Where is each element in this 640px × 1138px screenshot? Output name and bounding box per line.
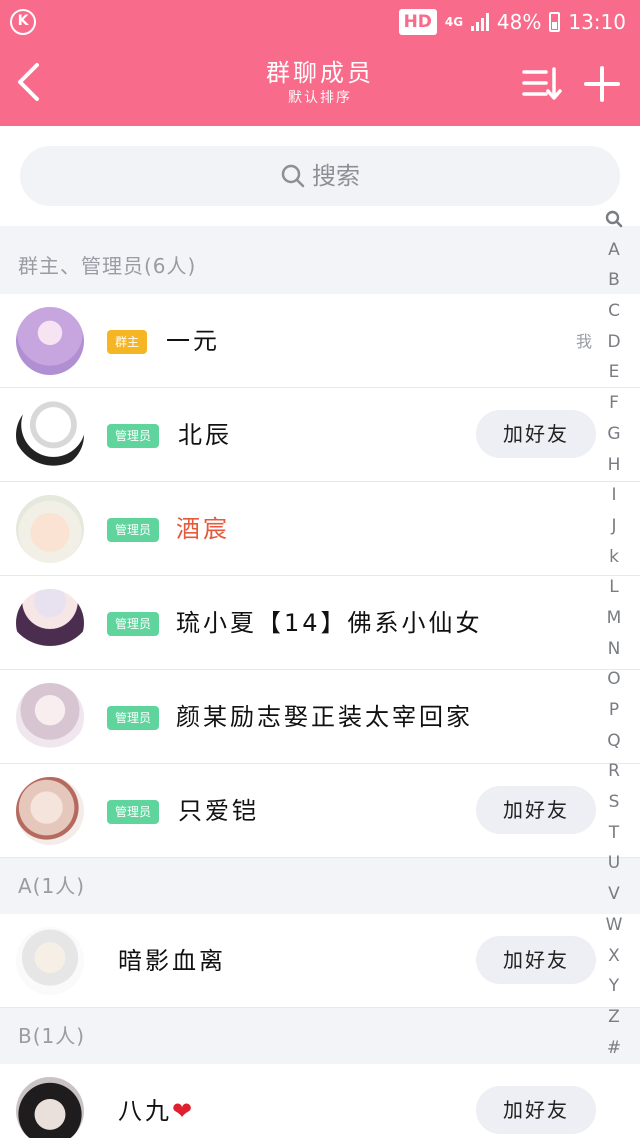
clock: 13:10 bbox=[568, 10, 626, 34]
member-row[interactable]: 管理员 颜某励志娶正装太宰回家 bbox=[0, 670, 640, 764]
member-row[interactable]: 群主 一元 我 bbox=[0, 294, 640, 388]
member-name: 只爱铠 bbox=[178, 797, 259, 825]
status-bar-right: HD 4G 48% 13:10 bbox=[398, 8, 626, 36]
index-letter[interactable]: M bbox=[607, 603, 622, 634]
index-letter[interactable]: E bbox=[609, 357, 620, 388]
section-header-admins: 群主、管理员(6人) bbox=[0, 226, 640, 294]
index-letter[interactable]: Z bbox=[608, 1002, 620, 1033]
admin-badge: 管理员 bbox=[107, 612, 160, 636]
index-letter[interactable]: U bbox=[608, 848, 620, 879]
index-letter[interactable]: N bbox=[608, 634, 621, 665]
network-type: 4G bbox=[444, 15, 464, 29]
title-block: 群聊成员 默认排序 bbox=[170, 58, 470, 108]
add-friend-button[interactable]: 加好友 bbox=[476, 786, 596, 834]
member-row[interactable]: 管理员 酒宸 bbox=[0, 482, 640, 576]
search-placeholder: 搜索 bbox=[312, 162, 360, 190]
admin-badge: 管理员 bbox=[107, 518, 160, 542]
avatar[interactable] bbox=[16, 927, 84, 995]
alphabet-index-bar[interactable]: A B C D E F G H I J k L M N O P Q R S T … bbox=[600, 204, 628, 1063]
member-name: 暗影血离 bbox=[118, 947, 226, 975]
back-button[interactable] bbox=[6, 58, 50, 106]
member-name: 颜某励志娶正装太宰回家 bbox=[176, 703, 473, 731]
battery-icon bbox=[549, 12, 561, 32]
app-header: K HD 4G 48% 13:10 群聊成员 默认排序 bbox=[0, 0, 640, 126]
member-name: 酒宸 bbox=[176, 515, 230, 543]
index-letter[interactable]: F bbox=[609, 388, 619, 419]
member-row[interactable]: 管理员 北辰 加好友 bbox=[0, 388, 640, 482]
index-letter[interactable]: L bbox=[609, 572, 618, 603]
search-input[interactable]: 搜索 bbox=[20, 146, 620, 206]
index-letter[interactable]: O bbox=[607, 664, 620, 695]
member-row[interactable]: 暗影血离 加好友 bbox=[0, 914, 640, 1008]
index-letter[interactable]: H bbox=[608, 450, 621, 481]
index-search-icon[interactable] bbox=[605, 204, 623, 235]
search-icon bbox=[281, 164, 305, 188]
member-row[interactable]: 管理员 只爱铠 加好友 bbox=[0, 764, 640, 858]
admin-badge: 管理员 bbox=[107, 424, 160, 448]
member-name: 琉小夏【14】佛系小仙女 bbox=[176, 609, 483, 637]
search-area: 搜索 bbox=[0, 126, 640, 226]
page-title: 群聊成员 bbox=[266, 59, 374, 87]
sort-button[interactable] bbox=[520, 64, 564, 104]
avatar[interactable] bbox=[16, 401, 84, 469]
index-letter[interactable]: X bbox=[608, 941, 620, 972]
index-letter[interactable]: A bbox=[608, 235, 620, 266]
section-header-a: A(1人) bbox=[0, 858, 640, 914]
me-label: 我 bbox=[575, 332, 592, 351]
member-name: 北辰 bbox=[178, 421, 232, 449]
app-notification-icon: K bbox=[10, 9, 36, 35]
member-name-text: 八九 bbox=[118, 1097, 172, 1125]
index-letter[interactable]: Y bbox=[609, 971, 619, 1002]
back-arrow-icon bbox=[18, 63, 39, 101]
index-letter[interactable]: # bbox=[607, 1033, 621, 1064]
section-header-b: B(1人) bbox=[0, 1008, 640, 1064]
signal-icon bbox=[470, 13, 489, 31]
index-letter[interactable]: D bbox=[607, 327, 620, 358]
heart-icon: ❤ bbox=[172, 1097, 196, 1125]
index-letter[interactable]: k bbox=[609, 542, 619, 573]
avatar[interactable] bbox=[16, 589, 84, 657]
sort-mode-subtitle[interactable]: 默认排序 bbox=[170, 88, 470, 108]
index-letter[interactable]: T bbox=[609, 818, 619, 849]
avatar[interactable] bbox=[16, 1077, 84, 1138]
index-letter[interactable]: I bbox=[611, 480, 616, 511]
avatar[interactable] bbox=[16, 777, 84, 845]
add-friend-button[interactable]: 加好友 bbox=[476, 410, 596, 458]
admin-badge: 管理员 bbox=[107, 706, 160, 730]
member-name: 一元 bbox=[166, 327, 220, 355]
index-letter[interactable]: V bbox=[608, 879, 620, 910]
avatar[interactable] bbox=[16, 307, 84, 375]
index-letter[interactable]: G bbox=[607, 419, 620, 450]
member-row[interactable]: 八九❤ 加好友 bbox=[0, 1064, 640, 1138]
sort-icon bbox=[522, 67, 562, 100]
index-letter[interactable]: W bbox=[606, 910, 623, 941]
member-name: 八九❤ bbox=[118, 1096, 195, 1126]
battery-percent: 48% bbox=[496, 10, 542, 34]
hd-badge: HD bbox=[398, 9, 437, 35]
add-friend-button[interactable]: 加好友 bbox=[476, 1086, 596, 1134]
plus-icon bbox=[584, 66, 620, 102]
index-letter[interactable]: S bbox=[609, 787, 620, 818]
avatar[interactable] bbox=[16, 683, 84, 751]
index-letter[interactable]: Q bbox=[607, 726, 620, 757]
index-letter[interactable]: P bbox=[609, 695, 619, 726]
member-row[interactable]: 管理员 琉小夏【14】佛系小仙女 bbox=[0, 576, 640, 670]
index-letter[interactable]: B bbox=[608, 265, 620, 296]
index-letter[interactable]: C bbox=[608, 296, 620, 327]
admin-badge: 管理员 bbox=[107, 800, 160, 824]
navigation-bar: 群聊成员 默认排序 bbox=[0, 44, 640, 126]
index-letter[interactable]: R bbox=[608, 756, 620, 787]
owner-badge: 群主 bbox=[107, 330, 148, 354]
index-letter[interactable]: J bbox=[611, 511, 616, 542]
add-member-button[interactable] bbox=[580, 62, 624, 106]
avatar[interactable] bbox=[16, 495, 84, 563]
add-friend-button[interactable]: 加好友 bbox=[476, 936, 596, 984]
status-bar: K HD 4G 48% 13:10 bbox=[0, 0, 640, 44]
